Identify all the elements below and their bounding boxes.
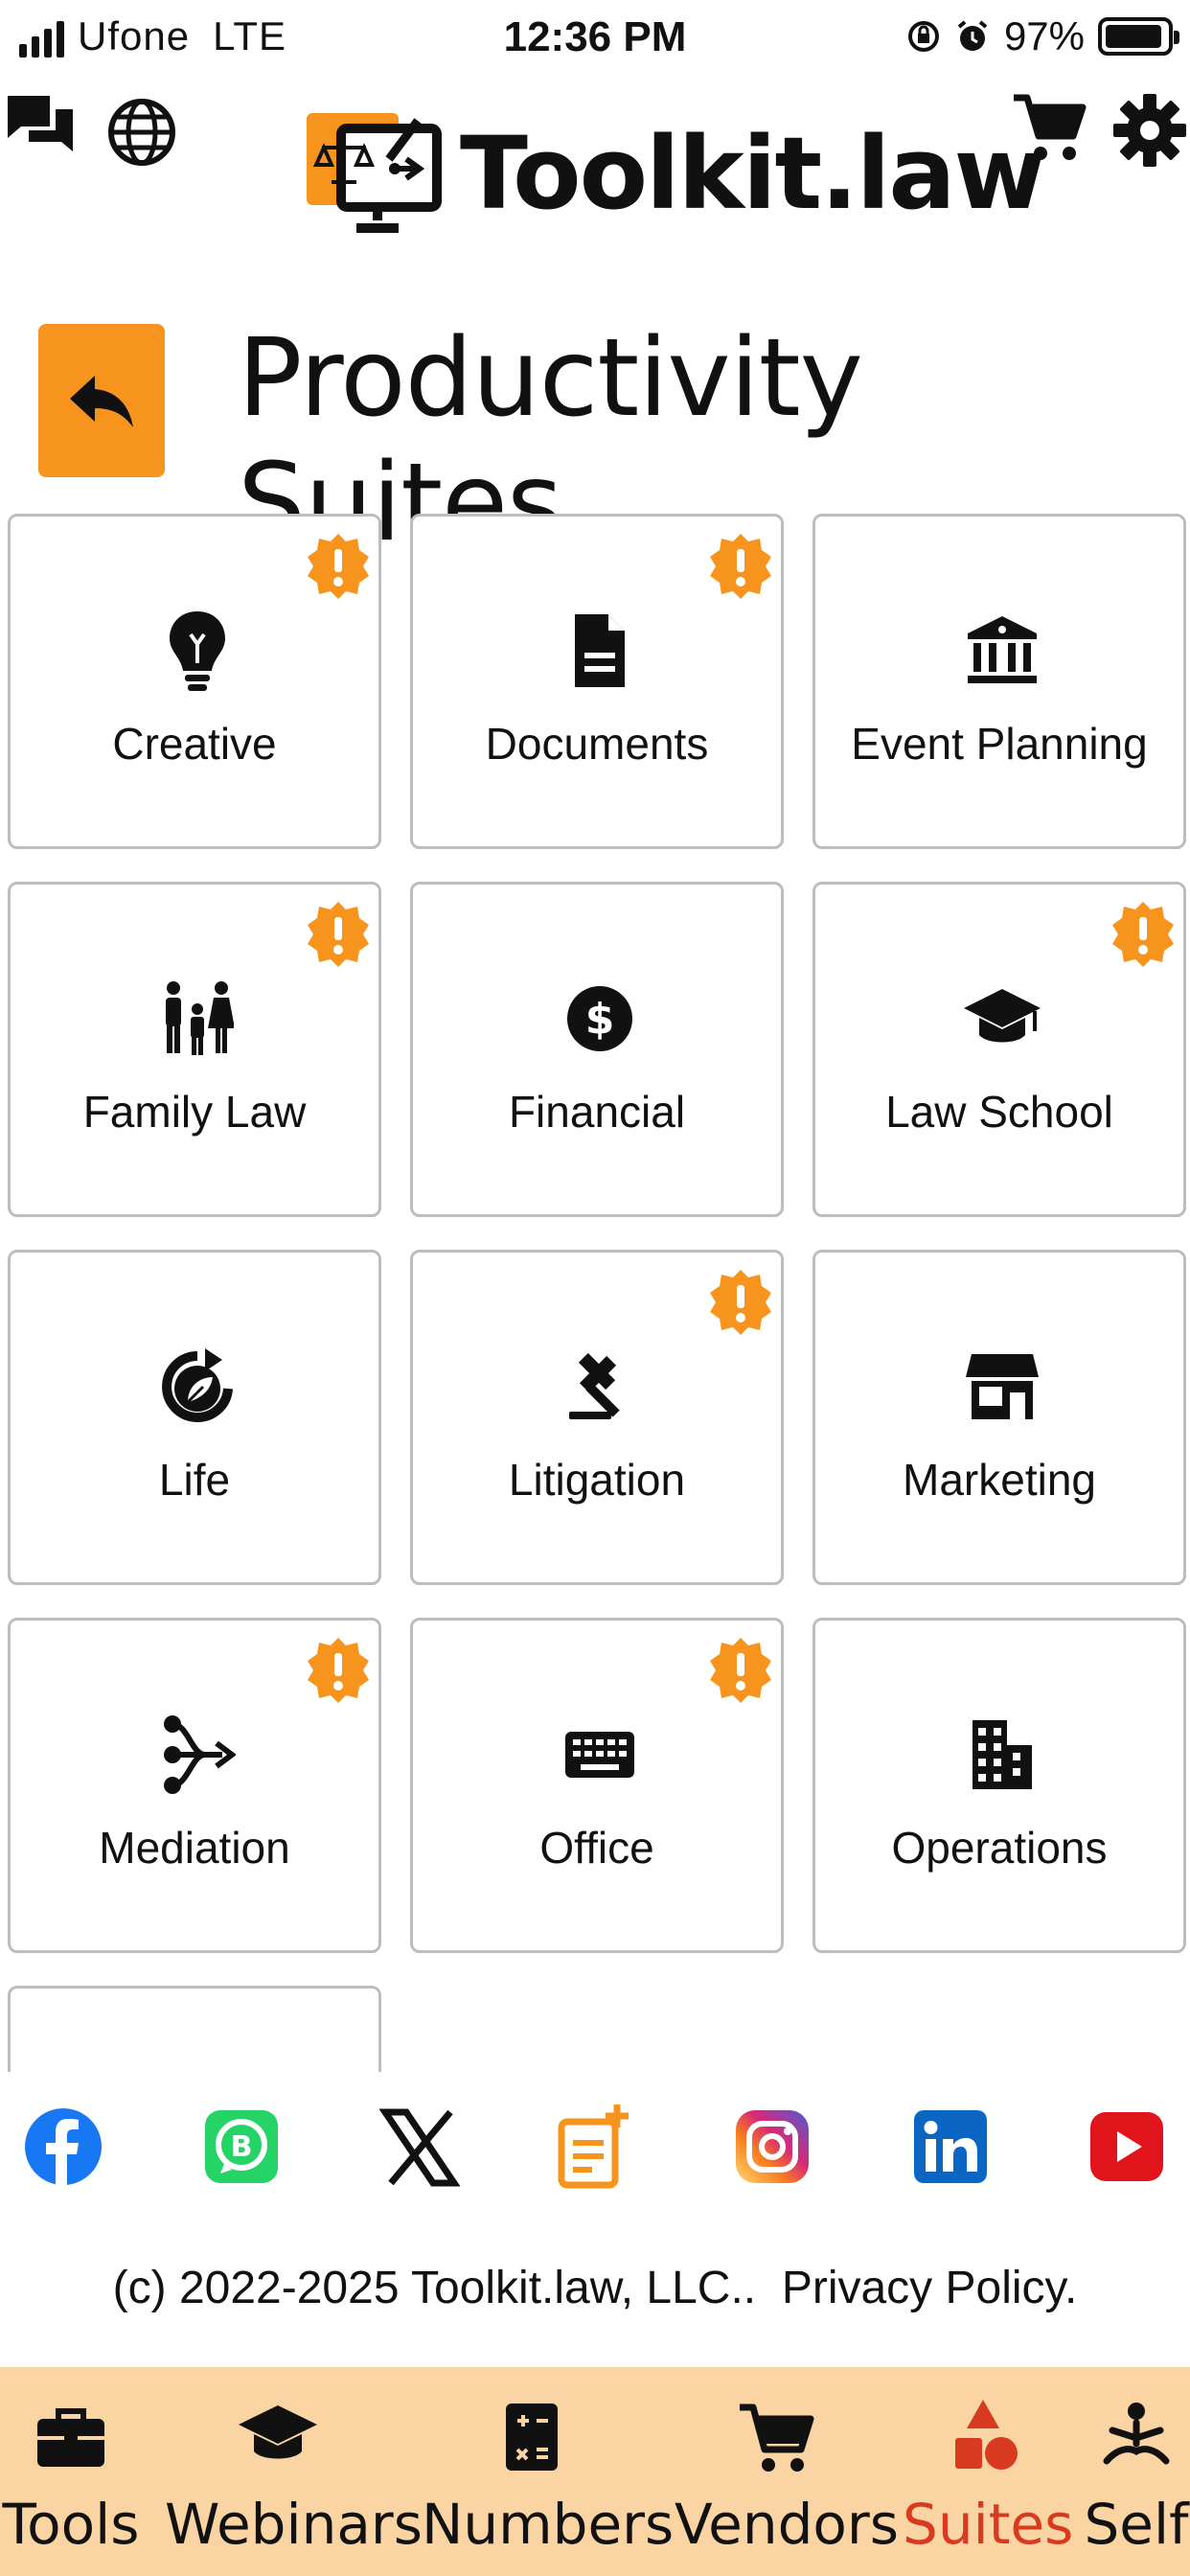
app-logo: Toolkit.law	[303, 102, 1046, 245]
suite-tile-marketing[interactable]: Marketing	[812, 1250, 1186, 1585]
gear-icon[interactable]	[1111, 92, 1188, 169]
alert-badge-icon	[1112, 902, 1174, 967]
suite-tile-creative[interactable]: Creative	[8, 514, 381, 849]
nav-label: Tools	[2, 2492, 140, 2557]
battery-icon	[1098, 17, 1179, 56]
suite-tile-litigation[interactable]: Litigation	[410, 1250, 784, 1585]
globe-icon[interactable]	[103, 94, 180, 171]
tile-label: Financial	[508, 1087, 686, 1137]
tile-label: Life	[158, 1455, 231, 1505]
alert-badge-icon	[710, 534, 771, 599]
alert-badge-icon	[710, 1638, 771, 1703]
nav-label: Numbers	[422, 2492, 675, 2557]
whatsapp-business-icon[interactable]: B	[201, 2101, 282, 2193]
suite-tile-mediation[interactable]: Mediation	[8, 1618, 381, 1953]
instagram-icon[interactable]	[732, 2101, 812, 2193]
app-header: Toolkit.law	[0, 80, 1190, 263]
graduation-cap-icon	[239, 2405, 317, 2459]
split-arrows-icon	[140, 1697, 255, 1812]
nav-label: Webinars	[165, 2492, 423, 2557]
suite-tile-office[interactable]: Office	[410, 1618, 784, 1953]
nav-tab-numbers[interactable]: Numbers	[422, 2367, 675, 2576]
suite-tile-family-law[interactable]: Family Law	[8, 882, 381, 1217]
suite-tile-event-planning[interactable]: Event Planning	[812, 514, 1186, 849]
alert-badge-icon	[308, 902, 369, 967]
privacy-policy-link[interactable]: Privacy Policy.	[782, 2263, 1078, 2313]
briefcase-icon	[37, 2408, 104, 2467]
chat-icon[interactable]	[2, 90, 79, 167]
suite-tile-law-school[interactable]: Law School	[812, 882, 1186, 1217]
alarm-icon	[957, 20, 988, 51]
footer-text: (c) 2022-2025 Toolkit.law, LLC.. Privacy…	[0, 2262, 1190, 2314]
tile-label: Office	[539, 1823, 654, 1873]
tile-label: Marketing	[903, 1455, 1096, 1505]
dollar-icon: $	[542, 961, 657, 1076]
orientation-lock-icon	[907, 21, 939, 52]
suite-tile-operations[interactable]: Operations	[812, 1618, 1186, 1953]
tile-label: Family Law	[82, 1087, 307, 1137]
suite-tile-partial[interactable]	[8, 1986, 381, 2072]
building-columns-icon	[945, 593, 1060, 708]
nav-tab-webinars[interactable]: Webinars	[165, 2367, 423, 2576]
tile-label: Litigation	[508, 1455, 686, 1505]
alert-badge-icon	[710, 1270, 771, 1335]
nav-tab-tools[interactable]: Tools	[0, 2367, 142, 2576]
store-icon	[945, 1329, 1060, 1444]
facebook-icon[interactable]	[23, 2101, 103, 2193]
reply-arrow-icon	[70, 376, 133, 427]
alert-badge-icon	[308, 1638, 369, 1703]
app-title: Toolkit.law	[460, 115, 1046, 232]
keyboard-icon	[542, 1697, 657, 1812]
svg-text:B: B	[231, 2130, 253, 2164]
youtube-icon[interactable]	[1087, 2101, 1167, 2193]
document-icon	[542, 593, 657, 708]
back-button[interactable]	[38, 324, 165, 477]
lightbulb-icon	[140, 593, 255, 708]
alert-badge-icon	[308, 534, 369, 599]
nav-label: Suites	[903, 2492, 1074, 2557]
status-bar: Ufone LTE 12:36 PM 97%	[0, 0, 1190, 80]
tile-label: Mediation	[99, 1823, 290, 1873]
tile-label: Law School	[885, 1087, 1113, 1137]
suite-tile-documents[interactable]: Documents	[410, 514, 784, 849]
family-icon	[140, 961, 255, 1076]
nav-label: Self	[1084, 2492, 1189, 2557]
tile-label: Documents	[485, 719, 709, 769]
battery-percent: 97%	[1003, 13, 1085, 58]
nav-tab-vendors[interactable]: Vendors	[675, 2367, 899, 2576]
notes-add-icon[interactable]	[554, 2101, 634, 2193]
status-right: 97%	[906, 13, 1179, 59]
nav-label: Vendors	[675, 2492, 899, 2557]
meditation-icon	[1103, 2403, 1170, 2465]
shapes-icon	[955, 2400, 1018, 2470]
suite-tile-financial[interactable]: $ Financial	[410, 882, 784, 1217]
city-building-icon	[945, 1697, 1060, 1812]
copyright-text: (c) 2022-2025 Toolkit.law, LLC..	[112, 2263, 757, 2313]
gavel-icon	[542, 1329, 657, 1444]
tile-label: Creative	[112, 719, 277, 769]
tile-label: Operations	[891, 1823, 1108, 1873]
cart-icon	[740, 2404, 814, 2472]
graduation-cap-icon	[945, 961, 1060, 1076]
nav-tab-self[interactable]: Self	[1083, 2367, 1190, 2576]
svg-text:$: $	[585, 995, 615, 1044]
logo-mark-icon	[307, 113, 442, 233]
x-icon[interactable]	[379, 2101, 460, 2193]
cart-icon[interactable]	[1010, 90, 1087, 167]
suite-tile-life[interactable]: Life	[8, 1250, 381, 1585]
recycle-leaf-icon	[140, 1329, 255, 1444]
nav-tab-suites[interactable]: Suites	[903, 2367, 1074, 2576]
linkedin-icon[interactable]	[910, 2101, 991, 2193]
calculator-icon	[506, 2404, 558, 2471]
tile-label: Event Planning	[851, 719, 1148, 769]
bottom-nav: Tools Webinars Numbers Vendors Suites Se…	[0, 2367, 1190, 2576]
